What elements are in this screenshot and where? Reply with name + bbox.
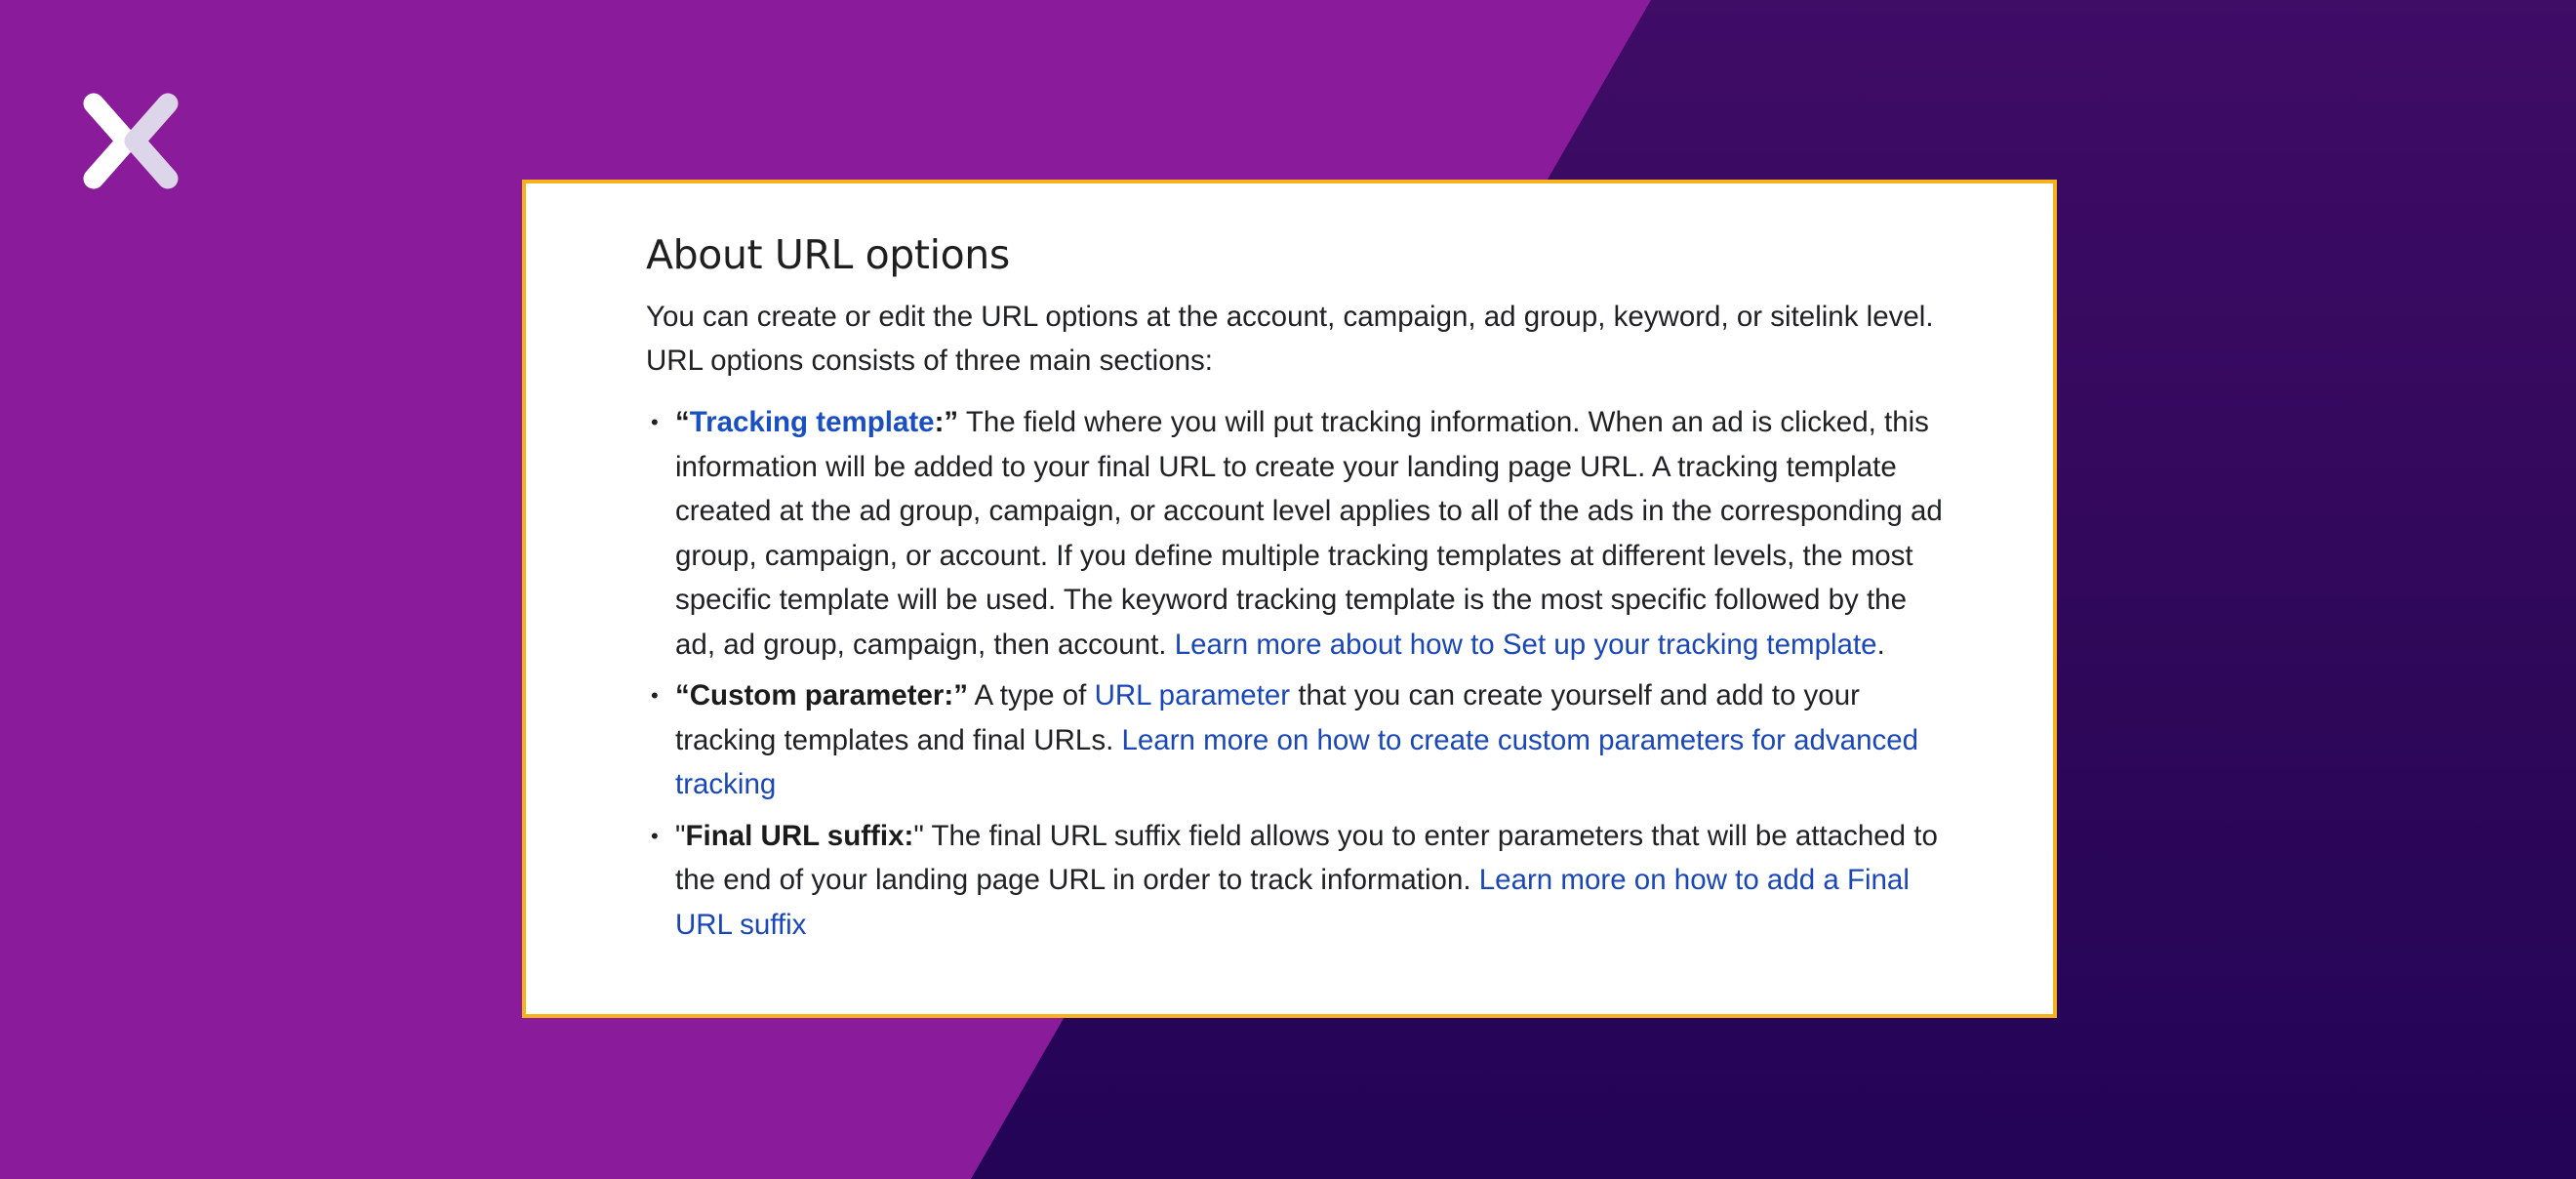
item-text: The field where you will put tracking in… [675,406,1943,661]
card-content: About URL options You can create or edit… [646,228,1953,954]
page-title: About URL options [646,231,1010,278]
url-options-list: • “Tracking template:” The field where y… [646,400,1953,947]
item-trailing: . [1876,628,1885,661]
x-logo-icon [82,93,180,189]
term-final-url-suffix: Final URL suffix: [685,819,914,852]
term-open-quote: “ [675,406,690,438]
bullet-icon: • [651,823,659,848]
url-parameter-link[interactable]: URL parameter [1095,679,1291,711]
url-options-card: About URL options You can create or edit… [522,180,2057,1018]
learn-more-tracking-template-link[interactable]: Learn more about how to Set up your trac… [1175,629,1877,661]
intro-paragraph: You can create or edit the URL options a… [646,301,1934,377]
term-close-quote: " [913,819,924,852]
list-item-final-url-suffix: • "Final URL suffix:" The final URL suff… [646,814,1953,948]
bullet-icon: • [651,410,659,434]
term-open-quote: " [675,819,686,852]
list-item-custom-parameter: • “Custom parameter:” A type of URL para… [646,673,1953,807]
item-text-before: A type of [967,679,1095,711]
bullet-icon: • [651,683,659,708]
tracking-template-link[interactable]: Tracking template [690,406,935,438]
list-item-tracking-template: • “Tracking template:” The field where y… [646,400,1953,667]
term-close: :” [934,406,959,438]
term-custom-parameter: “Custom parameter:” [675,679,968,711]
